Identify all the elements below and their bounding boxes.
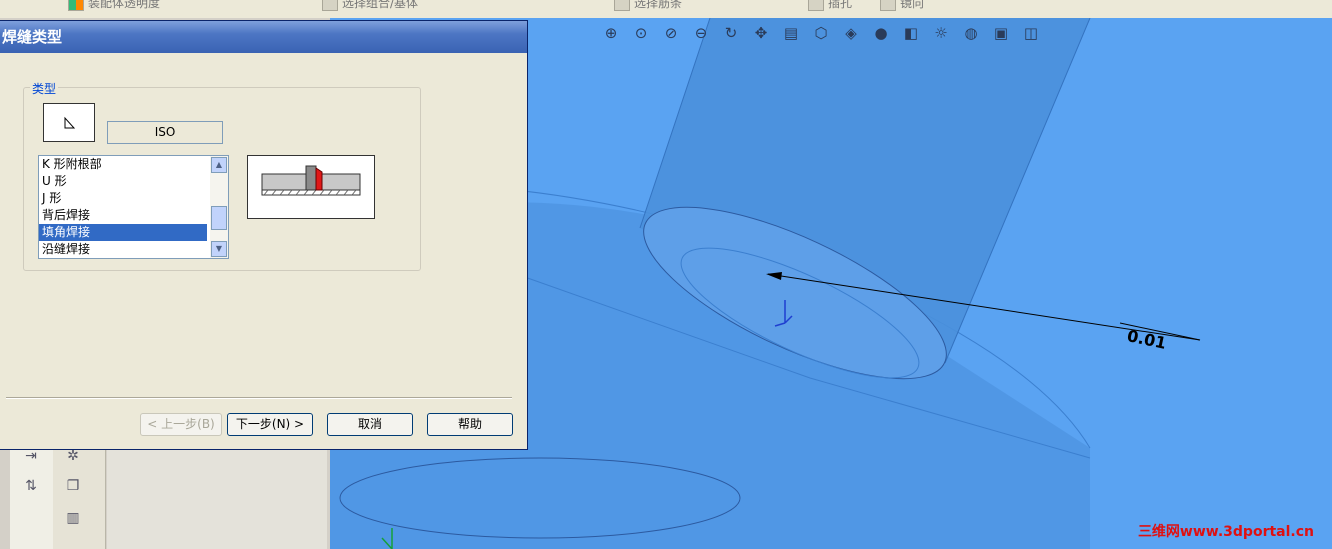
top-toolbar: 装配体透明度 选择组合/基体 选择筋条 插孔 镜向 — [0, 0, 1332, 19]
hide-show-icon[interactable]: ● — [870, 22, 892, 44]
fillet-weld-symbol-icon — [64, 116, 76, 129]
next-button[interactable]: 下一步(N) > — [227, 413, 313, 436]
view-cube-icon[interactable]: ◫ — [1020, 22, 1042, 44]
appearance-icon[interactable]: ◧ — [900, 22, 922, 44]
scroll-up-icon[interactable]: ▲ — [211, 157, 227, 173]
weld-image-preview — [247, 155, 375, 219]
distribute-icon[interactable]: ⇅ — [20, 476, 42, 496]
list-item[interactable]: 背后焊接 — [39, 207, 207, 224]
list-scrollbar[interactable]: ▲ ▼ — [210, 156, 228, 258]
view-orient-icon[interactable]: ⬡ — [810, 22, 832, 44]
scene-icon[interactable]: ◍ — [960, 22, 982, 44]
button-separator — [6, 397, 512, 399]
weld-type-dialog: 焊缝类型 类型 ISO K 形附根部 U 形 J 形 背后焊接 填角焊接 沿缝焊… — [0, 20, 528, 450]
weld-symbol-preview — [43, 103, 95, 142]
lights-icon[interactable]: ☼ — [930, 22, 952, 44]
mirror-item[interactable]: 镜向 — [880, 0, 924, 11]
list-item[interactable]: K 形附根部 — [39, 156, 207, 173]
hole-icon — [808, 0, 824, 11]
select-rib-item[interactable]: 选择筋条 — [614, 0, 682, 11]
hole-item[interactable]: 插孔 — [808, 0, 852, 11]
scroll-thumb[interactable] — [211, 206, 227, 230]
zoom-select-icon[interactable]: ⊖ — [690, 22, 712, 44]
view-toolbar: ⊕ ⊙ ⊘ ⊖ ↻ ✥ ▤ ⬡ ◈ ● ◧ ☼ ◍ ▣ ◫ — [600, 22, 1042, 44]
copy-icon[interactable]: ❐ — [62, 476, 84, 496]
zoom-in-out-icon[interactable]: ⊘ — [660, 22, 682, 44]
assembly-icon — [68, 0, 84, 11]
scroll-down-icon[interactable]: ▼ — [211, 241, 227, 257]
list-item[interactable]: U 形 — [39, 173, 207, 190]
cancel-button[interactable]: 取消 — [327, 413, 413, 436]
combine-icon — [322, 0, 338, 11]
weld-type-list[interactable]: K 形附根部 U 形 J 形 背后焊接 填角焊接 沿缝焊接 ▲ ▼ — [38, 155, 229, 259]
type-group-label: 类型 — [30, 80, 59, 97]
display-style-icon[interactable]: ◈ — [840, 22, 862, 44]
list-item-selected[interactable]: 填角焊接 — [39, 224, 207, 241]
rib-icon — [614, 0, 630, 11]
pan-icon[interactable]: ✥ — [750, 22, 772, 44]
mirror-icon — [880, 0, 896, 11]
select-combine-item[interactable]: 选择组合/基体 — [322, 0, 418, 11]
rotate-icon[interactable]: ↻ — [720, 22, 742, 44]
dialog-title[interactable]: 焊缝类型 — [0, 21, 527, 53]
list-item[interactable]: J 形 — [39, 190, 207, 207]
zoom-area-icon[interactable]: ⊙ — [630, 22, 652, 44]
standard-field: ISO — [107, 121, 223, 144]
assembly-transparency-item[interactable]: 装配体透明度 — [68, 0, 160, 11]
render-icon[interactable]: ▣ — [990, 22, 1012, 44]
help-button[interactable]: 帮助 — [427, 413, 513, 436]
site-watermark: 三维网www.3dportal.cn — [1137, 524, 1314, 540]
section-icon[interactable]: ▤ — [780, 22, 802, 44]
zoom-fit-icon[interactable]: ⊕ — [600, 22, 622, 44]
list-item[interactable]: 沿缝焊接 — [39, 241, 207, 258]
layout-icon[interactable]: ▥ — [62, 508, 84, 528]
fillet-weld-picture-icon — [261, 165, 361, 196]
back-button[interactable]: < 上一步(B) — [140, 413, 222, 436]
